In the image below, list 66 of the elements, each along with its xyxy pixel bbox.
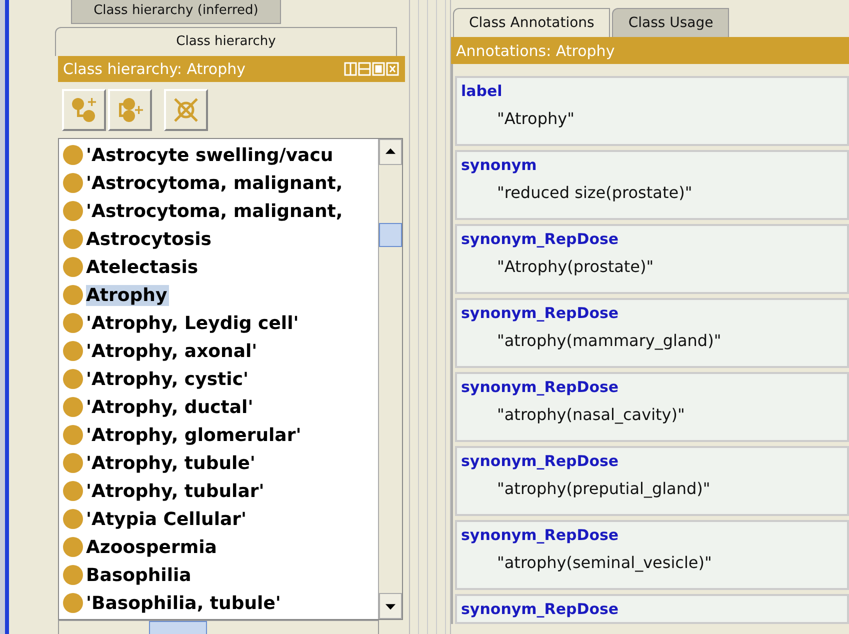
horizontal-scrollbar[interactable] xyxy=(58,620,379,634)
annotation-property[interactable]: label xyxy=(461,81,843,101)
delete-class-button[interactable] xyxy=(164,89,208,131)
annotation-value: "reduced size(prostate)" xyxy=(497,183,694,202)
annotation-property[interactable]: synonym_RepDose xyxy=(461,229,843,249)
class-dot-icon xyxy=(63,257,83,277)
scroll-down-icon[interactable] xyxy=(379,593,402,619)
tree-item[interactable]: Atelectasis xyxy=(86,256,200,278)
tab[interactable]: Class Annotations xyxy=(453,8,610,37)
class-dot-icon xyxy=(63,537,83,557)
tree-item[interactable]: Astrocytosis xyxy=(86,228,214,250)
tab[interactable]: Class hierarchy (inferred) xyxy=(71,0,281,24)
tree-item[interactable]: 'Atypia Cellular' xyxy=(86,508,249,530)
class-dot-icon xyxy=(63,285,83,305)
add-subclass-button[interactable] xyxy=(62,89,106,131)
class-dot-icon xyxy=(63,313,83,333)
scroll-thumb[interactable] xyxy=(379,223,402,247)
class-dot-icon xyxy=(63,425,83,445)
annotation-value: "atrophy(nasal_cavity)" xyxy=(497,405,686,424)
vertical-scrollbar[interactable] xyxy=(378,139,402,619)
tree-item[interactable]: 'Atrophy, ductal' xyxy=(86,396,256,418)
annotation-value: "atrophy(seminal_vesicle)" xyxy=(497,553,713,572)
tab[interactable]: Class Usage xyxy=(612,8,730,37)
tree-item[interactable]: 'Atrophy, tubular' xyxy=(86,480,266,502)
tree-item[interactable]: 'Atrophy, Leydig cell' xyxy=(86,312,301,334)
class-dot-icon xyxy=(63,565,83,585)
annotation-property[interactable]: synonym_RepDose xyxy=(461,451,843,471)
class-dot-icon xyxy=(63,369,83,389)
class-dot-icon xyxy=(63,453,83,473)
annotation-value: "atrophy(mammary_gland)" xyxy=(497,331,722,350)
class-dot-icon xyxy=(63,481,83,501)
tree-item[interactable]: 'Atrophy, axonal' xyxy=(86,340,260,362)
annotation-property[interactable]: synonym xyxy=(461,155,843,175)
tree-item[interactable]: Atrophy xyxy=(86,284,170,306)
class-dot-icon xyxy=(63,593,83,613)
annotation-property[interactable]: synonym_RepDose xyxy=(461,303,843,323)
tree-item[interactable]: Basophilia xyxy=(86,564,194,586)
tree-item[interactable]: 'Atrophy, glomerular' xyxy=(86,424,304,446)
class-dot-icon xyxy=(63,509,83,529)
annotation-property[interactable]: synonym_RepDose xyxy=(461,525,843,545)
tree-item[interactable]: 'Basophilia, tubule' xyxy=(86,592,283,614)
panel-title: Class hierarchy: Atrophy xyxy=(63,60,246,78)
scroll-thumb[interactable] xyxy=(149,621,207,634)
class-dot-icon xyxy=(63,173,83,193)
class-dot-icon xyxy=(63,229,83,249)
class-dot-icon xyxy=(63,201,83,221)
add-sibling-button[interactable] xyxy=(108,89,152,131)
tree-item[interactable]: Azoospermia xyxy=(86,536,219,558)
panel-title: Annotations: Atrophy xyxy=(456,42,615,60)
annotation-value: "Atrophy(prostate)" xyxy=(497,257,655,276)
class-dot-icon xyxy=(63,341,83,361)
tree-item[interactable]: 'Astrocytoma, malignant, xyxy=(86,200,345,222)
scroll-up-icon[interactable] xyxy=(379,139,402,165)
add-subclass-icon xyxy=(69,95,99,125)
annotation-property[interactable]: synonym_RepDose xyxy=(461,377,843,397)
tab[interactable]: Class hierarchy xyxy=(55,27,397,56)
annotation-value: "atrophy(preputial_gland)" xyxy=(497,479,712,498)
class-dot-icon xyxy=(63,145,83,165)
tree-item[interactable]: 'Astrocytoma, malignant, xyxy=(86,172,345,194)
class-dot-icon xyxy=(63,397,83,417)
tree-item[interactable]: 'Atrophy, tubule' xyxy=(86,452,258,474)
annotation-property[interactable]: synonym_RepDose xyxy=(461,599,843,619)
window-controls-icon[interactable] xyxy=(344,62,400,76)
tree-item[interactable]: 'Atrophy, cystic' xyxy=(86,368,251,390)
tree-item[interactable]: 'Astrocyte swelling/vacu xyxy=(86,144,336,166)
annotation-value: "Atrophy" xyxy=(497,109,576,128)
